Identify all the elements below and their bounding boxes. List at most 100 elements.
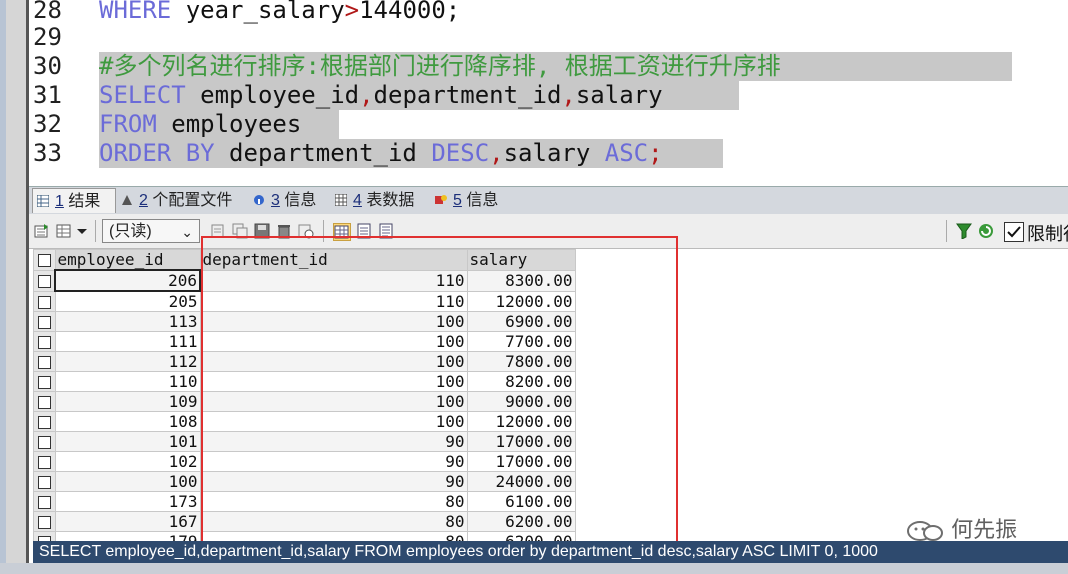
table-row[interactable]: 109 100 9000.00	[33, 391, 576, 412]
select-all-checkbox[interactable]	[33, 249, 56, 271]
cell-employee-id[interactable]: 108	[54, 411, 201, 432]
row-checkbox[interactable]	[33, 311, 56, 332]
table-row[interactable]: 101 90 17000.00	[33, 431, 576, 452]
refresh-icon[interactable]	[298, 223, 314, 239]
row-checkbox[interactable]	[33, 290, 56, 312]
tab-4[interactable]: 4 表数据	[331, 188, 429, 213]
table-row[interactable]: 111 100 7700.00	[33, 331, 576, 352]
cell-department-id[interactable]: 100	[199, 331, 468, 352]
export-icon[interactable]	[34, 223, 50, 239]
cell-salary[interactable]: 6200.00	[466, 531, 576, 541]
filter-icon[interactable]	[956, 223, 972, 239]
table-row[interactable]: 167 80 6200.00	[33, 511, 576, 532]
cell-employee-id[interactable]: 112	[54, 351, 201, 372]
row-checkbox[interactable]	[33, 411, 56, 432]
cell-department-id[interactable]: 80	[199, 531, 468, 541]
cell-salary[interactable]: 9000.00	[466, 391, 576, 412]
cell-department-id[interactable]: 80	[199, 491, 468, 512]
cell-salary[interactable]: 6100.00	[466, 491, 576, 512]
sql-editor[interactable]: 28 WHERE year_salary>144000; 29 30 #多个列名进行排序…	[29, 0, 1068, 182]
table-row[interactable]: 108 100 12000.00	[33, 411, 576, 432]
cell-employee-id[interactable]: 173	[54, 491, 201, 512]
duplicate-row-icon[interactable]	[232, 223, 248, 239]
reset-filter-icon[interactable]	[978, 223, 994, 239]
cell-salary[interactable]: 8300.00	[466, 269, 576, 292]
cell-department-id[interactable]: 100	[199, 351, 468, 372]
cell-department-id[interactable]: 110	[199, 290, 468, 312]
cell-department-id[interactable]: 90	[199, 431, 468, 452]
cell-department-id[interactable]: 80	[199, 511, 468, 532]
column-header-salary[interactable]: salary	[466, 249, 576, 271]
cell-employee-id[interactable]: 206	[54, 269, 201, 292]
cell-salary[interactable]: 8200.00	[466, 371, 576, 392]
cell-salary[interactable]: 7800.00	[466, 351, 576, 372]
editor-line[interactable]: 28 WHERE year_salary>144000;	[29, 0, 1068, 25]
cell-department-id[interactable]: 90	[199, 451, 468, 472]
row-checkbox[interactable]	[33, 471, 56, 492]
row-checkbox[interactable]	[33, 269, 56, 292]
table-row[interactable]: 179806200.00	[33, 531, 576, 541]
grid-mode-icon[interactable]	[333, 223, 351, 241]
tab-1[interactable]: 1 结果	[32, 188, 116, 213]
cell-department-id[interactable]: 110	[199, 269, 468, 292]
insert-row-icon[interactable]	[210, 223, 226, 239]
cell-employee-id[interactable]: 109	[54, 391, 201, 412]
editor-line[interactable]: 29	[29, 23, 1068, 52]
tab-2[interactable]: 2 个配置文件	[117, 188, 247, 213]
cell-salary[interactable]: 12000.00	[466, 290, 576, 312]
cell-salary[interactable]: 17000.00	[466, 431, 576, 452]
limit-rows-checkbox[interactable]	[1004, 222, 1024, 242]
cell-employee-id[interactable]: 179	[54, 531, 201, 541]
cell-salary[interactable]: 6900.00	[466, 311, 576, 332]
form-mode-icon[interactable]	[356, 223, 372, 239]
table-row[interactable]: 112 100 7800.00	[33, 351, 576, 372]
chevron-down-icon[interactable]	[74, 223, 90, 239]
table-row[interactable]: 173 80 6100.00	[33, 491, 576, 512]
cell-salary[interactable]: 12000.00	[466, 411, 576, 432]
cell-department-id[interactable]: 100	[199, 391, 468, 412]
cell-salary[interactable]: 17000.00	[466, 451, 576, 472]
row-checkbox[interactable]	[33, 391, 56, 412]
row-checkbox[interactable]	[33, 431, 56, 452]
row-checkbox[interactable]	[33, 511, 56, 532]
cell-salary[interactable]: 7700.00	[466, 331, 576, 352]
editor-line[interactable]: 33 ORDER BY department_id DESC,salary ASC…	[29, 139, 1068, 168]
cell-department-id[interactable]: 100	[199, 411, 468, 432]
cell-salary[interactable]: 6200.00	[466, 511, 576, 532]
cell-employee-id[interactable]: 205	[54, 290, 201, 312]
row-checkbox[interactable]	[33, 331, 56, 352]
column-header-employee-id[interactable]: employee_id	[54, 249, 201, 271]
cell-department-id[interactable]: 100	[199, 311, 468, 332]
cell-employee-id[interactable]: 111	[54, 331, 201, 352]
cell-employee-id[interactable]: 100	[54, 471, 201, 492]
cell-salary[interactable]: 24000.00	[466, 471, 576, 492]
save-icon[interactable]	[254, 223, 270, 239]
editor-line[interactable]: 30 #多个列名进行排序:根据部门进行降序排, 根据工资进行升序排	[29, 52, 1068, 81]
grid-view-icon[interactable]	[56, 223, 72, 239]
row-checkbox[interactable]	[33, 491, 56, 512]
table-row[interactable]: 102 90 17000.00	[33, 451, 576, 472]
table-row[interactable]: 206 110 8300.00	[33, 269, 576, 292]
row-checkbox[interactable]	[33, 371, 56, 392]
delete-icon[interactable]	[276, 223, 292, 239]
table-row[interactable]: 110 100 8200.00	[33, 371, 576, 392]
table-row[interactable]: 205 110 12000.00	[33, 290, 576, 312]
cell-department-id[interactable]: 100	[199, 371, 468, 392]
tab-5[interactable]: 5 信息	[431, 188, 511, 213]
table-row[interactable]: 113 100 6900.00	[33, 311, 576, 332]
cell-employee-id[interactable]: 167	[54, 511, 201, 532]
row-checkbox[interactable]	[33, 531, 56, 541]
text-mode-icon[interactable]	[378, 223, 394, 239]
readonly-select[interactable]: (只读) ⌄	[102, 219, 200, 243]
table-row[interactable]: 100 90 24000.00	[33, 471, 576, 492]
cell-department-id[interactable]: 90	[199, 471, 468, 492]
cell-employee-id[interactable]: 113	[54, 311, 201, 332]
cell-employee-id[interactable]: 101	[54, 431, 201, 452]
row-checkbox[interactable]	[33, 451, 56, 472]
editor-line[interactable]: 31 SELECT employee_id,department_id,salar…	[29, 81, 1068, 110]
column-header-department-id[interactable]: department_id	[199, 249, 468, 271]
cell-employee-id[interactable]: 110	[54, 371, 201, 392]
tab-3[interactable]: 3 信息	[249, 188, 329, 213]
row-checkbox[interactable]	[33, 351, 56, 372]
editor-line[interactable]: 32 FROM employees	[29, 110, 1068, 139]
